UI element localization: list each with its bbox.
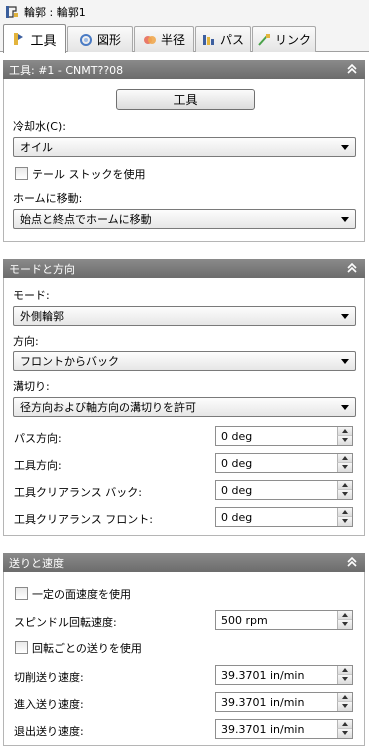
direction-select[interactable]: フロントからバック bbox=[13, 351, 356, 371]
pass-direction-spinner[interactable]: 0 deg bbox=[215, 426, 353, 446]
cut-feed-label: 切削送り速度: bbox=[14, 671, 84, 684]
tool-direction-value: 0 deg bbox=[221, 457, 253, 470]
grooving-select[interactable]: 径方向および軸方向の溝切りを許可 bbox=[13, 397, 356, 417]
linking-icon bbox=[258, 33, 270, 46]
pass-direction-label: パス方向: bbox=[14, 432, 62, 445]
exit-feed-value: 39.3701 in/min bbox=[221, 723, 305, 736]
collapse-icon[interactable] bbox=[345, 62, 359, 76]
spin-up-icon[interactable] bbox=[337, 666, 352, 675]
pass-direction-value: 0 deg bbox=[221, 430, 253, 443]
home-label: ホームに移動: bbox=[13, 192, 83, 205]
spin-up-icon[interactable] bbox=[337, 611, 352, 620]
profile-icon bbox=[6, 6, 18, 18]
chevron-down-icon bbox=[341, 405, 349, 410]
tab-linking-label: リンク bbox=[274, 33, 311, 47]
mode-select[interactable]: 外側輪郭 bbox=[13, 306, 356, 326]
spindle-label: スピンドル回転速度: bbox=[14, 616, 117, 629]
clearance-back-value: 0 deg bbox=[221, 484, 253, 497]
grooving-value: 径方向および軸方向の溝切りを許可 bbox=[20, 401, 196, 414]
tab-tool-label: 工具 bbox=[30, 33, 57, 49]
tab-linking[interactable]: リンク bbox=[252, 26, 316, 52]
spin-up-icon[interactable] bbox=[337, 427, 352, 436]
spindle-spinner[interactable]: 500 rpm bbox=[215, 610, 353, 630]
grooving-label: 溝切り: bbox=[13, 380, 50, 393]
feed-per-rev-label: 回転ごとの送りを使用 bbox=[32, 642, 142, 655]
mode-panel-title: モードと方向 bbox=[9, 262, 75, 276]
window-titlebar: 輪郭 : 輪郭1 bbox=[0, 0, 369, 24]
clearance-front-spinner[interactable]: 0 deg bbox=[215, 507, 353, 527]
radius-icon bbox=[143, 35, 156, 44]
constant-surface-label: 一定の面速度を使用 bbox=[32, 588, 131, 601]
tab-radius[interactable]: 半径 bbox=[134, 26, 194, 52]
clearance-front-label: 工具クリアランス フロント: bbox=[14, 513, 153, 526]
spin-down-icon[interactable] bbox=[337, 675, 352, 684]
clearance-front-value: 0 deg bbox=[221, 511, 253, 524]
tool-direction-spinner[interactable]: 0 deg bbox=[215, 453, 353, 473]
home-select[interactable]: 始点と終点でホームに移動 bbox=[13, 209, 356, 229]
chevron-down-icon bbox=[341, 145, 349, 150]
coolant-value: オイル bbox=[20, 141, 53, 154]
chevron-down-icon bbox=[341, 314, 349, 319]
clearance-back-spinner[interactable]: 0 deg bbox=[215, 480, 353, 500]
tab-geometry[interactable]: 図形 bbox=[67, 26, 133, 52]
tab-tool[interactable]: 工具 bbox=[3, 24, 66, 53]
exit-feed-label: 退出送り速度: bbox=[14, 725, 84, 738]
tab-geometry-label: 図形 bbox=[96, 33, 121, 47]
spin-down-icon[interactable] bbox=[337, 729, 352, 738]
mode-panel-header[interactable]: モードと方向 bbox=[3, 259, 365, 278]
tab-passes[interactable]: パス bbox=[195, 26, 251, 52]
tool-select-button[interactable]: 工具 bbox=[116, 89, 255, 110]
spindle-value: 500 rpm bbox=[221, 614, 268, 627]
chevron-down-icon bbox=[341, 217, 349, 222]
entry-feed-label: 進入送り速度: bbox=[14, 698, 84, 711]
coolant-label: 冷却水(C): bbox=[13, 120, 66, 133]
exit-feed-spinner[interactable]: 39.3701 in/min bbox=[215, 719, 353, 739]
spin-down-icon[interactable] bbox=[337, 436, 352, 445]
spin-up-icon[interactable] bbox=[337, 454, 352, 463]
spin-up-icon[interactable] bbox=[337, 693, 352, 702]
entry-feed-spinner[interactable]: 39.3701 in/min bbox=[215, 692, 353, 712]
cut-feed-value: 39.3701 in/min bbox=[221, 669, 305, 682]
tool-direction-label: 工具方向: bbox=[14, 459, 62, 472]
tab-bar: 工具 図形 半径 パス リンク bbox=[0, 24, 369, 53]
spin-down-icon[interactable] bbox=[337, 490, 352, 499]
spin-down-icon[interactable] bbox=[337, 517, 352, 526]
window-title: 輪郭 : 輪郭1 bbox=[24, 6, 86, 19]
collapse-icon[interactable] bbox=[345, 261, 359, 275]
spin-down-icon[interactable] bbox=[337, 620, 352, 629]
cut-feed-spinner[interactable]: 39.3701 in/min bbox=[215, 665, 353, 685]
spin-down-icon[interactable] bbox=[337, 463, 352, 472]
tab-radius-label: 半径 bbox=[160, 33, 185, 47]
direction-value: フロントからバック bbox=[20, 355, 119, 368]
spin-up-icon[interactable] bbox=[337, 508, 352, 517]
tool-icon bbox=[14, 33, 24, 45]
feed-panel-header[interactable]: 送りと速度 bbox=[3, 553, 365, 572]
feed-per-rev-checkbox[interactable] bbox=[15, 641, 28, 654]
chevron-down-icon bbox=[341, 359, 349, 364]
tool-panel-header[interactable]: 工具: #1 - CNMT??08 bbox=[3, 60, 365, 79]
entry-feed-value: 39.3701 in/min bbox=[221, 696, 305, 709]
feed-panel-title: 送りと速度 bbox=[9, 556, 64, 570]
geometry-icon bbox=[79, 33, 92, 46]
spin-up-icon[interactable] bbox=[337, 481, 352, 490]
passes-icon bbox=[202, 34, 214, 45]
home-value: 始点と終点でホームに移動 bbox=[20, 213, 152, 226]
spin-up-icon[interactable] bbox=[337, 720, 352, 729]
clearance-back-label: 工具クリアランス バック: bbox=[14, 486, 142, 499]
direction-label: 方向: bbox=[13, 335, 39, 348]
tailstock-label: テール ストックを使用 bbox=[32, 168, 146, 181]
tailstock-checkbox[interactable] bbox=[15, 167, 28, 180]
spin-down-icon[interactable] bbox=[337, 702, 352, 711]
tab-passes-label: パス bbox=[219, 33, 244, 47]
mode-label: モード: bbox=[13, 289, 50, 302]
tool-panel-title: 工具: #1 - CNMT??08 bbox=[9, 63, 124, 77]
mode-value: 外側輪郭 bbox=[20, 310, 64, 323]
collapse-icon[interactable] bbox=[345, 555, 359, 569]
coolant-select[interactable]: オイル bbox=[13, 137, 356, 157]
constant-surface-checkbox[interactable] bbox=[15, 587, 28, 600]
